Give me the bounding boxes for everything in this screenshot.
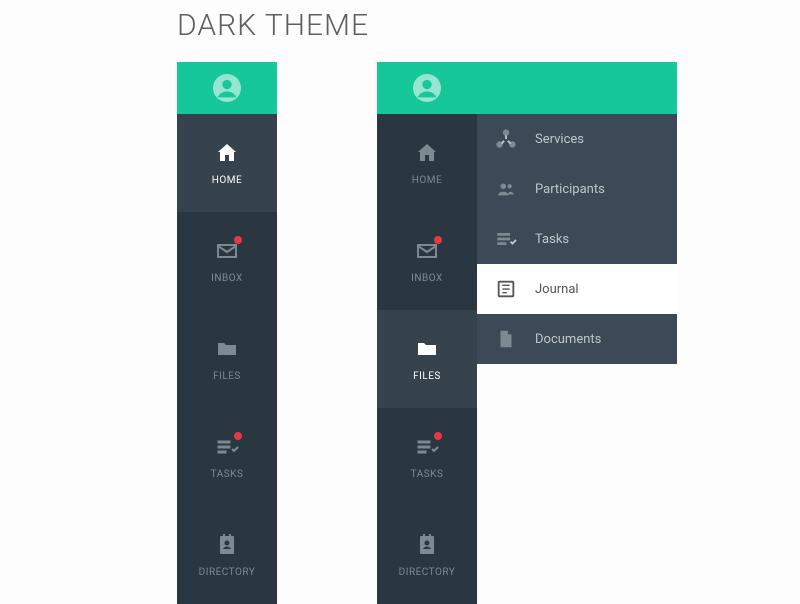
nav-item-files[interactable]: FILES [377, 310, 477, 408]
submenu-label: Services [535, 132, 584, 147]
nav-label: FILES [413, 371, 441, 382]
nav-label: HOME [212, 175, 242, 186]
nav-item-home[interactable]: HOME [377, 114, 477, 212]
tasks-icon [415, 435, 439, 459]
nav-label: FILES [213, 371, 241, 382]
submenu-item-journal[interactable]: Journal [477, 264, 677, 314]
nav-item-tasks[interactable]: TASKS [177, 408, 277, 506]
nav-rail-2: HOME INBOX FILES TASKS DIRECTORY [377, 114, 477, 604]
journal-icon [495, 278, 517, 300]
nav-item-files[interactable]: FILES [177, 310, 277, 408]
contacts-icon [215, 533, 239, 557]
document-icon [495, 328, 517, 350]
submenu-label: Participants [535, 182, 605, 197]
nav-label: DIRECTORY [399, 567, 456, 578]
mail-icon [215, 239, 239, 263]
mail-icon [415, 239, 439, 263]
avatar-icon [413, 74, 441, 102]
nav-label: INBOX [211, 273, 243, 284]
nav-label: TASKS [211, 469, 244, 480]
nav-label: HOME [412, 175, 442, 186]
people-icon [495, 178, 517, 200]
submenu-item-participants[interactable]: Participants [477, 164, 677, 214]
avatar-icon [213, 74, 241, 102]
badge-dot [234, 236, 242, 244]
hub-icon [495, 128, 517, 150]
submenu-item-services[interactable]: Services [477, 114, 677, 164]
submenu-item-documents[interactable]: Documents [477, 314, 677, 364]
submenu-item-tasks[interactable]: Tasks [477, 214, 677, 264]
home-icon [415, 141, 439, 165]
folder-icon [215, 337, 239, 361]
nav-item-directory[interactable]: DIRECTORY [377, 506, 477, 604]
badge-dot [434, 236, 442, 244]
badge-dot [434, 432, 442, 440]
badge-dot [234, 432, 242, 440]
nav-item-tasks[interactable]: TASKS [377, 408, 477, 506]
submenu: Services Participants Tasks Journal Docu… [477, 114, 677, 364]
nav-item-inbox[interactable]: INBOX [377, 212, 477, 310]
nav-item-inbox[interactable]: INBOX [177, 212, 277, 310]
list-check-icon [495, 228, 517, 250]
nav-label: INBOX [411, 273, 443, 284]
home-icon [215, 141, 239, 165]
submenu-label: Journal [535, 282, 579, 297]
tasks-icon [215, 435, 239, 459]
nav-label: TASKS [411, 469, 444, 480]
nav-label: DIRECTORY [199, 567, 256, 578]
page-title: DARK THEME [177, 8, 369, 43]
contacts-icon [415, 533, 439, 557]
rail-header[interactable] [177, 62, 277, 114]
nav-item-directory[interactable]: DIRECTORY [177, 506, 277, 604]
nav-rail-1: HOME INBOX FILES TASKS DIRECTORY [177, 62, 277, 604]
folder-icon [415, 337, 439, 361]
submenu-label: Tasks [535, 232, 569, 247]
nav-item-home[interactable]: HOME [177, 114, 277, 212]
submenu-label: Documents [535, 332, 601, 347]
rail2-header[interactable] [377, 62, 677, 114]
